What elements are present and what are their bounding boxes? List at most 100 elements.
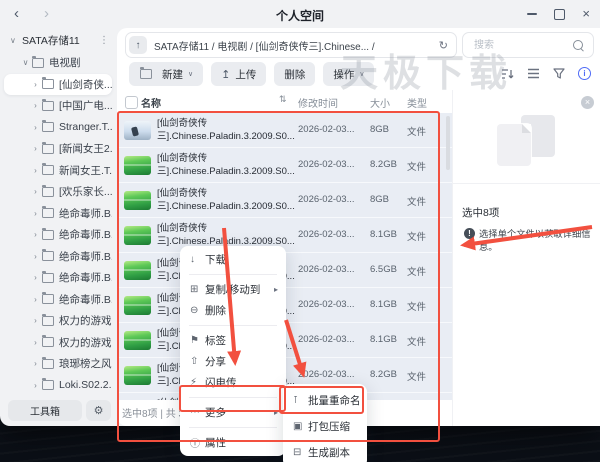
toolbox-button[interactable]: 工具箱 [8,400,82,421]
sidebar-folder-item[interactable]: › 绝命毒师.B... [4,289,112,311]
search-box[interactable] [462,32,594,58]
selected-count: 选中8项 [462,205,499,220]
upload-button[interactable]: ↥ 上传 [211,62,266,86]
sidebar-folder-item[interactable]: › 绝命毒师.B... [4,224,112,246]
close-button[interactable]: × [582,8,590,20]
up-directory-button[interactable]: ↑ [129,36,147,54]
context-menu-item[interactable] [180,270,286,279]
sidebar-folder-item[interactable]: › [新闻女王2... [4,138,112,160]
kebab-menu-icon[interactable]: ⋮ [99,35,109,46]
sort-arrows-icon[interactable]: ⇅ [279,94,287,105]
breadcrumb[interactable]: ↑ SATA存储11 / 电视剧 / [仙剑奇侠传三].Chinese... /… [125,32,457,58]
context-menu-item[interactable] [180,423,286,432]
context-menu-item[interactable]: ⊖ 删除 [180,300,286,321]
file-modified: 2026-02-03... [298,334,355,345]
context-menu-item[interactable]: ⋯ 更多 ▸ [180,402,286,423]
action-button[interactable]: 操作 ∨ [323,62,374,86]
chevron-down-icon[interactable]: ∨ [10,36,22,45]
submenu-item[interactable]: ▣ 打包压缩 [283,413,367,439]
sidebar-folder-item[interactable]: › 新闻女王.T... [4,160,112,182]
sidebar-folder-item[interactable]: › 绝命毒师.B... [4,203,112,225]
context-menu-item[interactable]: ↓ 下载 [180,249,286,270]
column-size[interactable]: 大小 [370,95,390,110]
chevron-icon[interactable]: › [30,209,41,218]
submenu-item[interactable]: ⊺ 批量重命名 [283,387,367,413]
menu-item-icon: ⊞ [190,284,205,295]
chevron-icon[interactable]: › [30,80,41,89]
submenu-item-icon: ▣ [293,421,308,432]
file-row[interactable]: [仙剑奇侠传 三].Chinese.Paladin.3.2009.S0... 2… [117,148,452,183]
chevron-icon[interactable]: › [30,187,41,196]
refresh-icon[interactable]: ↻ [439,39,448,52]
folder-label: 权力的游戏... [59,335,112,350]
folder-icon [42,230,54,240]
filter-icon[interactable] [553,68,565,79]
context-menu-item[interactable]: ⚡ 闪电传 [180,372,286,393]
desktop-wallpaper: ‹ › 个人空间 × ∨ SATA存储11 ⋮ ∨ [0,0,600,462]
chevron-icon[interactable]: › [30,273,41,282]
chevron-icon[interactable]: › [30,381,41,390]
sidebar-folder-item[interactable]: › Stranger.T... [4,117,112,139]
sort-icon[interactable] [501,68,514,80]
delete-button[interactable]: 删除 [274,62,315,86]
list-view-icon[interactable] [527,68,540,79]
search-input[interactable] [472,39,572,52]
context-menu: ↓ 下载 ⊞ 复制/移动到 ▸ ⊖ 删除 [180,246,286,456]
sidebar: ∨ SATA存储11 ⋮ ∨ 电视剧 › [仙剑奇侠... [0,28,117,426]
chevron-icon[interactable]: › [30,101,41,110]
chevron-down-icon: ∨ [359,70,364,78]
context-menu-item[interactable] [180,393,286,402]
sidebar-folder-item[interactable]: › [欢乐家长... [4,181,112,203]
chevron-icon[interactable]: › [30,338,41,347]
context-menu-item[interactable] [180,321,286,330]
chevron-icon[interactable]: ∨ [20,58,31,67]
chevron-icon[interactable]: › [30,316,41,325]
chevron-icon[interactable]: › [30,166,41,175]
file-size: 8.2GB [370,159,397,170]
column-type[interactable]: 类型 [407,95,427,110]
folder-label: 新闻女王.T... [59,163,112,178]
file-row[interactable]: [仙剑奇侠传 三].Chinese.Paladin.3.2009.S0... 2… [117,218,452,253]
context-menu-item[interactable]: ⓘ 属性 [180,432,286,453]
info-icon[interactable] [578,67,591,80]
sidebar-item-storage-root[interactable]: ∨ SATA存储11 ⋮ [0,28,117,52]
file-thumbnail [124,226,151,245]
maximize-button[interactable] [554,9,565,20]
chevron-icon[interactable]: › [30,252,41,261]
sidebar-folder-item[interactable]: › 琅琊榜之风... [4,353,112,375]
file-size: 8.1GB [370,299,397,310]
chevron-icon[interactable]: › [30,123,41,132]
chevron-icon[interactable]: › [30,359,41,368]
context-menu-item[interactable]: ⇧ 分享 [180,351,286,372]
close-panel-icon[interactable]: × [581,96,594,109]
sidebar-folder-item[interactable]: › 权力的游戏... [4,310,112,332]
sidebar-folder-item[interactable]: › [中国广电... [4,95,112,117]
chevron-icon[interactable]: › [30,295,41,304]
chevron-down-icon: ∨ [188,70,193,78]
select-all-checkbox[interactable] [125,96,138,109]
file-thumbnail [124,331,151,350]
file-type: 文件 [407,369,426,383]
file-row[interactable]: [仙剑奇侠传 三].Chinese.Paladin.3.2009.S0... 2… [117,113,452,148]
column-name[interactable]: 名称 [141,95,161,110]
sidebar-folder-item[interactable]: › 绝命毒师.B... [4,267,112,289]
sidebar-folder-item[interactable]: › 绝命毒师.B... [4,246,112,268]
status-bar: 选中8项 | 共 3 [122,405,184,420]
file-row[interactable]: [仙剑奇侠传 三].Chinese.Paladin.3.2009.S0... 2… [117,183,452,218]
search-icon[interactable] [573,40,583,50]
sidebar-folder-item[interactable]: › 权力的游戏... [4,332,112,354]
chevron-icon[interactable]: › [30,144,41,153]
new-button[interactable]: 新建 ∨ [129,62,203,86]
context-menu-item[interactable]: ⊞ 复制/移动到 ▸ [180,279,286,300]
minimize-button[interactable] [527,13,537,15]
submenu-item[interactable]: ⊟ 生成副本 [283,439,367,462]
column-modified[interactable]: 修改时间 [298,95,338,110]
sidebar-folder-item[interactable]: ∨ 电视剧 [4,52,112,74]
sidebar-folder-item[interactable]: › [仙剑奇侠... [4,74,112,96]
sidebar-folder-item[interactable]: › Loki.S02.2... [4,375,112,397]
settings-button[interactable]: ⚙ [86,400,111,421]
scrollbar[interactable] [446,116,450,170]
context-menu-item[interactable]: ⚑ 标签 [180,330,286,351]
chevron-icon[interactable]: › [30,230,41,239]
file-size: 6.5GB [370,264,397,275]
